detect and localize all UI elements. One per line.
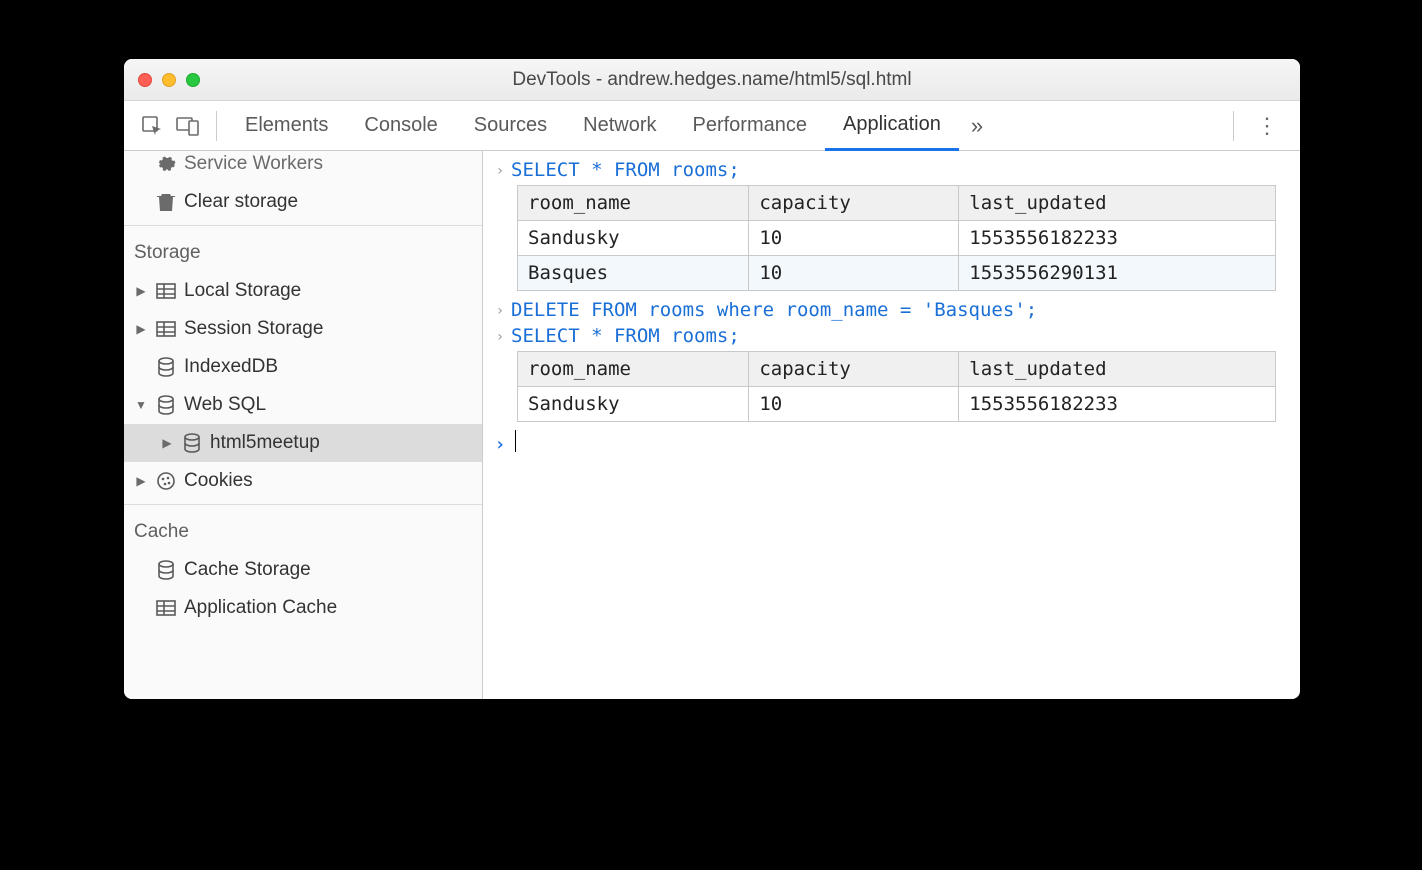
prompt-result-icon: › bbox=[489, 325, 511, 345]
tab-console[interactable]: Console bbox=[346, 101, 455, 151]
sidebar-item-session-storage[interactable]: ▶ Session Storage bbox=[124, 310, 482, 348]
text-cursor bbox=[515, 430, 516, 452]
panel-body: Service Workers Clear storage Storage ▶ … bbox=[124, 151, 1300, 699]
sidebar-item-websql[interactable]: ▼ Web SQL bbox=[124, 386, 482, 424]
result-table-2: room_name capacity last_updated Sandusky… bbox=[517, 351, 1276, 422]
sidebar-item-cookies[interactable]: ▶ Cookies bbox=[124, 462, 482, 500]
websql-console[interactable]: › SELECT * FROM rooms; room_name capacit… bbox=[483, 151, 1300, 699]
col-header: capacity bbox=[749, 186, 959, 221]
sidebar-label: Session Storage bbox=[184, 318, 323, 340]
col-header: room_name bbox=[518, 186, 749, 221]
devtools-tabbar: Elements Console Sources Network Perform… bbox=[124, 101, 1300, 151]
sidebar-label: Clear storage bbox=[184, 191, 298, 213]
sidebar-item-websql-db[interactable]: ▶ html5meetup bbox=[124, 424, 482, 462]
result-table-1: room_name capacity last_updated Sandusky… bbox=[517, 185, 1276, 291]
database-icon bbox=[180, 433, 204, 453]
table-icon bbox=[154, 283, 178, 299]
sidebar-item-clear-storage[interactable]: Clear storage bbox=[124, 183, 482, 221]
titlebar: DevTools - andrew.hedges.name/html5/sql.… bbox=[124, 59, 1300, 101]
console-prompt[interactable]: › bbox=[489, 428, 1288, 457]
inspect-element-icon[interactable] bbox=[134, 108, 170, 144]
sidebar-item-application-cache[interactable]: Application Cache bbox=[124, 589, 482, 627]
sidebar-label: html5meetup bbox=[210, 432, 320, 454]
tab-performance[interactable]: Performance bbox=[675, 101, 826, 151]
trash-icon bbox=[154, 192, 178, 212]
database-icon bbox=[154, 395, 178, 415]
prompt-result-icon: › bbox=[489, 159, 511, 179]
sidebar-item-indexeddb[interactable]: IndexedDB bbox=[124, 348, 482, 386]
devtools-window: DevTools - andrew.hedges.name/html5/sql.… bbox=[124, 59, 1300, 699]
table-row[interactable]: Basques 10 1553556290131 bbox=[518, 256, 1276, 291]
table-icon bbox=[154, 321, 178, 337]
close-icon[interactable] bbox=[138, 73, 152, 87]
sidebar-group-cache: Cache bbox=[124, 509, 482, 551]
sidebar-label: Cache Storage bbox=[184, 559, 311, 581]
database-icon bbox=[154, 560, 178, 580]
table-row[interactable]: Sandusky 10 1553556182233 bbox=[518, 221, 1276, 256]
cookie-icon bbox=[154, 471, 178, 491]
settings-kebab-icon[interactable]: ⋮ bbox=[1244, 113, 1290, 139]
sidebar-label: IndexedDB bbox=[184, 356, 278, 378]
console-line: › SELECT * FROM rooms; bbox=[489, 323, 1288, 349]
sidebar-label: Local Storage bbox=[184, 280, 301, 302]
tab-elements[interactable]: Elements bbox=[227, 101, 346, 151]
minimize-icon[interactable] bbox=[162, 73, 176, 87]
tabbar-separator-2 bbox=[1233, 111, 1234, 141]
database-icon bbox=[154, 357, 178, 377]
chevron-down-icon: ▼ bbox=[134, 398, 148, 412]
col-header: last_updated bbox=[959, 186, 1276, 221]
console-line: › DELETE FROM rooms where room_name = 'B… bbox=[489, 297, 1288, 323]
col-header: capacity bbox=[749, 352, 959, 387]
tab-network[interactable]: Network bbox=[565, 101, 674, 151]
application-sidebar: Service Workers Clear storage Storage ▶ … bbox=[124, 151, 483, 699]
sidebar-label: Cookies bbox=[184, 470, 253, 492]
sql-statement: SELECT * FROM rooms; bbox=[511, 325, 740, 347]
sidebar-label: Service Workers bbox=[184, 153, 323, 175]
tab-application[interactable]: Application bbox=[825, 101, 959, 151]
sidebar-label: Application Cache bbox=[184, 597, 337, 619]
prompt-result-icon: › bbox=[489, 299, 511, 319]
chevron-right-icon: ▶ bbox=[134, 284, 148, 298]
chevron-right-icon: ▶ bbox=[134, 474, 148, 488]
sidebar-item-cache-storage[interactable]: Cache Storage bbox=[124, 551, 482, 589]
chevron-right-icon: ▶ bbox=[134, 322, 148, 336]
table-row[interactable]: Sandusky 10 1553556182233 bbox=[518, 387, 1276, 422]
sidebar-label: Web SQL bbox=[184, 394, 266, 416]
tabbar-separator bbox=[216, 111, 217, 141]
gear-icon bbox=[154, 154, 178, 174]
sql-statement: DELETE FROM rooms where room_name = 'Bas… bbox=[511, 299, 1037, 321]
window-title: DevTools - andrew.hedges.name/html5/sql.… bbox=[124, 69, 1300, 91]
sidebar-item-local-storage[interactable]: ▶ Local Storage bbox=[124, 272, 482, 310]
sql-statement: SELECT * FROM rooms; bbox=[511, 159, 740, 181]
zoom-icon[interactable] bbox=[186, 73, 200, 87]
tab-sources[interactable]: Sources bbox=[456, 101, 565, 151]
prompt-icon: › bbox=[489, 430, 511, 455]
console-line: › SELECT * FROM rooms; bbox=[489, 157, 1288, 183]
chevron-right-icon: ▶ bbox=[160, 436, 174, 450]
more-tabs-icon[interactable]: » bbox=[959, 113, 995, 139]
col-header: room_name bbox=[518, 352, 749, 387]
traffic-lights bbox=[138, 73, 200, 87]
col-header: last_updated bbox=[959, 352, 1276, 387]
table-icon bbox=[154, 600, 178, 616]
sidebar-group-storage: Storage bbox=[124, 230, 482, 272]
device-toolbar-icon[interactable] bbox=[170, 108, 206, 144]
sidebar-item-service-workers[interactable]: Service Workers bbox=[124, 151, 482, 183]
